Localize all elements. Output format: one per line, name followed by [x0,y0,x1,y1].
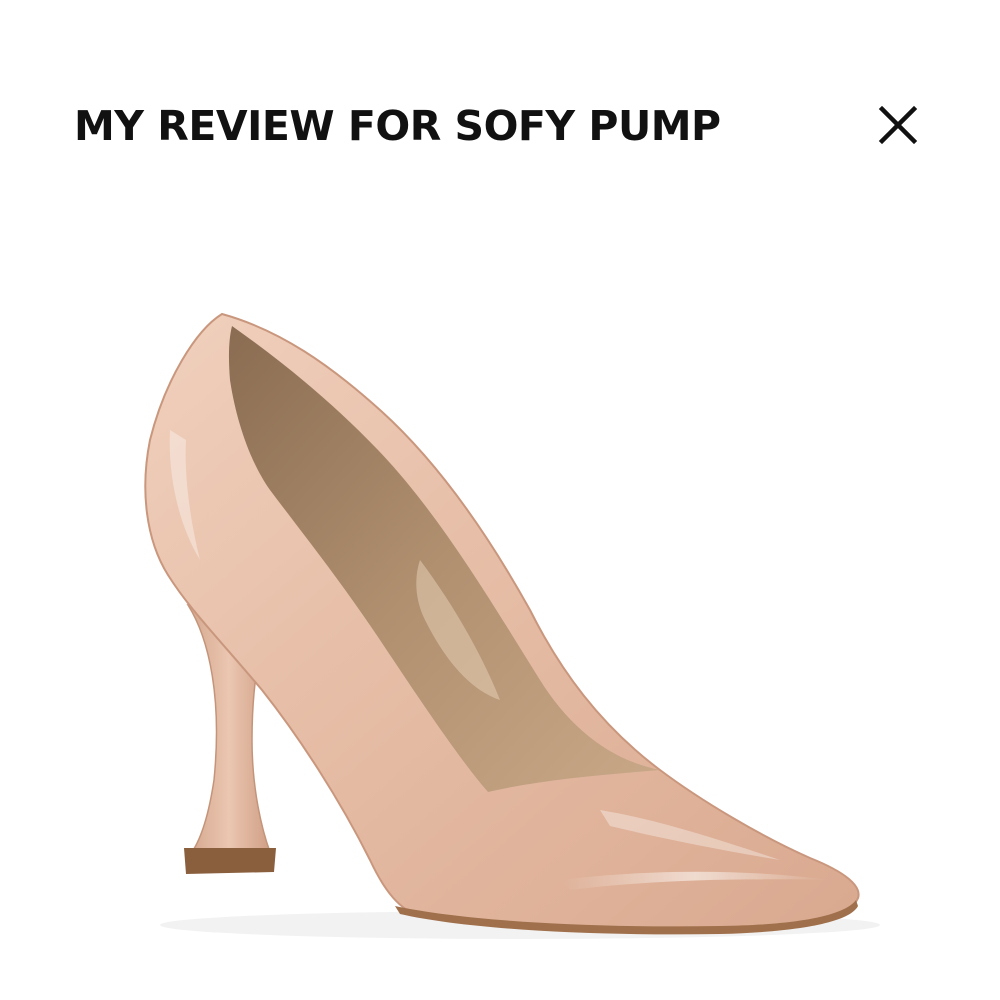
shoe-heel-tip [184,848,276,874]
review-modal-header: MY REVIEW FOR SOFY PUMP [0,0,1000,250]
close-icon [878,105,918,145]
page-title: MY REVIEW FOR SOFY PUMP [74,102,721,150]
product-image [144,312,880,939]
close-button[interactable] [868,96,928,156]
